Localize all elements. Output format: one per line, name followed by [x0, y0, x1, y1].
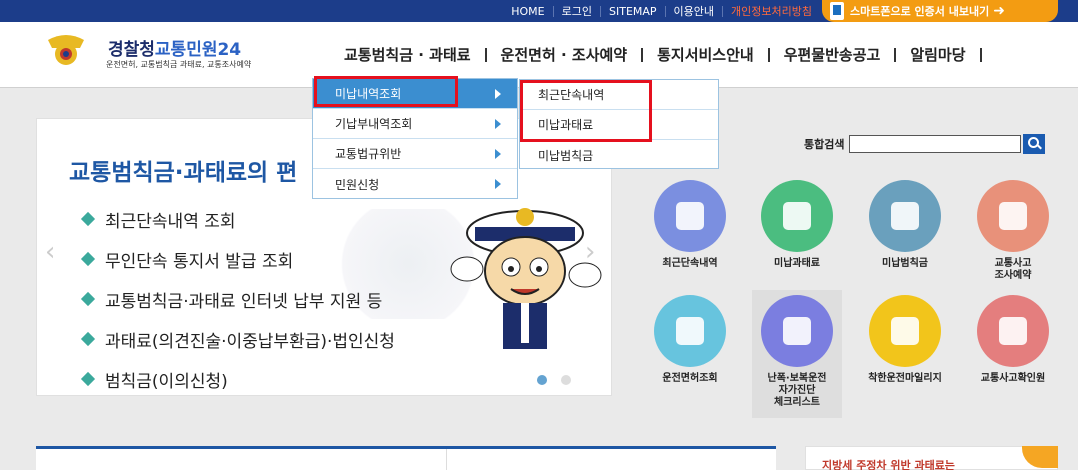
nav-license[interactable]: 운전면허 · 조사예약 [487, 44, 642, 65]
service-label: 난폭·보복운전 자가진단 체크리스트 [767, 373, 827, 408]
menu-item-label: 교통법규위반 [335, 147, 402, 161]
divider [446, 449, 447, 470]
login-link[interactable]: 로그인 [552, 5, 600, 17]
service-unpaid-fine[interactable]: 미납과태료 [752, 180, 842, 270]
highlight-box [520, 80, 652, 142]
smartphone-cert-button[interactable]: 스마트폰으로 인증서 내보내기 ➜ [822, 0, 1058, 22]
service-label: 미납과태료 [774, 258, 820, 269]
menu-civil-request[interactable]: 민원신청 [313, 169, 517, 199]
slide-indicators [537, 375, 571, 385]
corner-decoration [1022, 446, 1058, 468]
menu-item-label: 민원신청 [335, 177, 380, 192]
page: HOME 로그인 SITEMAP 이용안내 개인정보처리방침 스마트폰으로 인증… [0, 0, 1078, 470]
search-button[interactable] [1023, 134, 1046, 154]
smartphone-cert-label: 스마트폰으로 인증서 내보내기 [850, 5, 990, 18]
arrow-right-icon [495, 179, 501, 189]
diamond-bullet-icon [80, 211, 96, 227]
sitemap-link[interactable]: SITEMAP [600, 5, 665, 17]
crash-icon [977, 295, 1049, 367]
nav-announcements[interactable]: 알림마당 [896, 44, 979, 65]
list-item[interactable]: 무인단속 통지서 발급 조회 [80, 239, 395, 279]
arrow-right-icon [495, 119, 501, 129]
list-item-label: 과태료(의견진술·이중납부환급)·법인신청 [105, 331, 395, 352]
top-links: HOME 로그인 SITEMAP 이용안내 개인정보처리방침 [503, 0, 820, 22]
search-input[interactable] [849, 135, 1022, 153]
camera-icon [654, 180, 726, 252]
list-item[interactable]: 과태료(의견진술·이중납부환급)·법인신청 [80, 319, 395, 359]
logo-title-b: 교통민원24 [154, 40, 242, 60]
service-unpaid-penalty[interactable]: 미납범칙금 [860, 180, 950, 270]
service-label: 미납범칙금 [882, 258, 928, 269]
service-label: 운전면허조회 [662, 373, 718, 384]
menu-item-label: 기납부내역조회 [335, 117, 413, 131]
service-label: 교통사고 조사예약 [994, 258, 1032, 281]
nav-divider [979, 47, 982, 62]
list-item[interactable]: 범칙금(이의신청) [80, 359, 395, 399]
integrated-search: 통합검색 [804, 134, 1046, 154]
list-item-label: 교통범칙금·과태료 인터넷 납부 지원 등 [105, 291, 383, 312]
arrow-right-icon [495, 149, 501, 159]
service-label: 교통사고확인원 [980, 373, 1046, 384]
service-accident-certificate[interactable]: 교통사고확인원 [968, 295, 1058, 385]
id-card-icon [654, 295, 726, 367]
top-bar: HOME 로그인 SITEMAP 이용안내 개인정보처리방침 스마트폰으로 인증… [0, 0, 1078, 22]
list-item-label: 무인단속 통지서 발급 조회 [105, 251, 294, 272]
list-item-label: 범칙금(이의신청) [105, 371, 228, 392]
arrow-right-icon [495, 89, 501, 99]
logo-title-a: 경찰청 [108, 40, 155, 60]
nav-returned-mail[interactable]: 우편물반송공고 [770, 44, 895, 65]
service-reckless-driving-check[interactable]: 난폭·보복운전 자가진단 체크리스트 [752, 295, 842, 409]
logo[interactable]: 경찰청교통민원24 운전면허, 교통범칙금 과태료, 교통조사예약 [46, 32, 306, 82]
monitor-icon [977, 180, 1049, 252]
feature-list: 최근단속내역 조회 무인단속 통지서 발급 조회 교통범칙금·과태료 인터넷 납… [80, 199, 395, 399]
privacy-link[interactable]: 개인정보처리방침 [722, 5, 820, 17]
nav-fines[interactable]: 교통범칙금 · 과태료 [330, 44, 485, 65]
highlight-box [314, 76, 458, 107]
service-label: 착한운전마일리지 [868, 373, 942, 384]
money-icon [761, 180, 833, 252]
banner-title: 교통범칙금·과태료의 편 [69, 160, 298, 186]
diamond-bullet-icon [80, 331, 96, 347]
service-good-driving-mileage[interactable]: 착한운전마일리지 [860, 295, 950, 385]
prev-slide-icon[interactable]: ‹ [45, 237, 55, 267]
police-emblem-icon [48, 35, 84, 65]
service-label: 최근단속내역 [662, 258, 718, 269]
guide-link[interactable]: 이용안내 [664, 5, 722, 17]
diamond-bullet-icon [80, 291, 96, 307]
service-recent-enforcement[interactable]: 최근단속내역 [645, 180, 735, 270]
car-icon [869, 295, 941, 367]
menu-paid-inquiry[interactable]: 기납부내역조회 [313, 109, 517, 139]
menu-traffic-violation[interactable]: 교통법규위반 [313, 139, 517, 169]
logo-subtitle: 운전면허, 교통범칙금 과태료, 교통조사예약 [106, 60, 252, 69]
list-item-label: 최근단속내역 조회 [105, 211, 236, 232]
service-license-inquiry[interactable]: 운전면허조회 [645, 295, 735, 385]
diamond-bullet-icon [80, 371, 96, 387]
search-label: 통합검색 [804, 138, 845, 151]
menu-unpaid-penalty[interactable]: 미납범칙금 [520, 140, 718, 170]
main-nav: 교통범칙금 · 과태료 운전면허 · 조사예약 통지서비스안내 우편물반송공고 … [330, 44, 982, 65]
list-item[interactable]: 최근단속내역 조회 [80, 199, 395, 239]
calendar-icon [761, 295, 833, 367]
warning-icon [869, 180, 941, 252]
diamond-bullet-icon [80, 251, 96, 267]
notice-text: 지방세 주정차 위반 과태료는 [822, 459, 955, 470]
slide-dot[interactable] [561, 375, 571, 385]
phone-icon [830, 2, 844, 20]
arrow-right-icon: ➜ [993, 3, 1005, 19]
nav-notice-service[interactable]: 통지서비스안내 [643, 44, 768, 65]
local-tax-notice[interactable]: 지방세 주정차 위반 과태료는 [805, 446, 1058, 470]
list-item[interactable]: 교통범칙금·과태료 인터넷 납부 지원 등 [80, 279, 395, 319]
home-link[interactable]: HOME [503, 6, 552, 17]
service-accident-booking[interactable]: 교통사고 조사예약 [968, 180, 1058, 282]
logo-title: 경찰청교통민원24 [108, 35, 241, 60]
police-mascot-icon [450, 208, 602, 349]
slide-dot-active[interactable] [537, 375, 547, 385]
bottom-panel [36, 446, 776, 470]
